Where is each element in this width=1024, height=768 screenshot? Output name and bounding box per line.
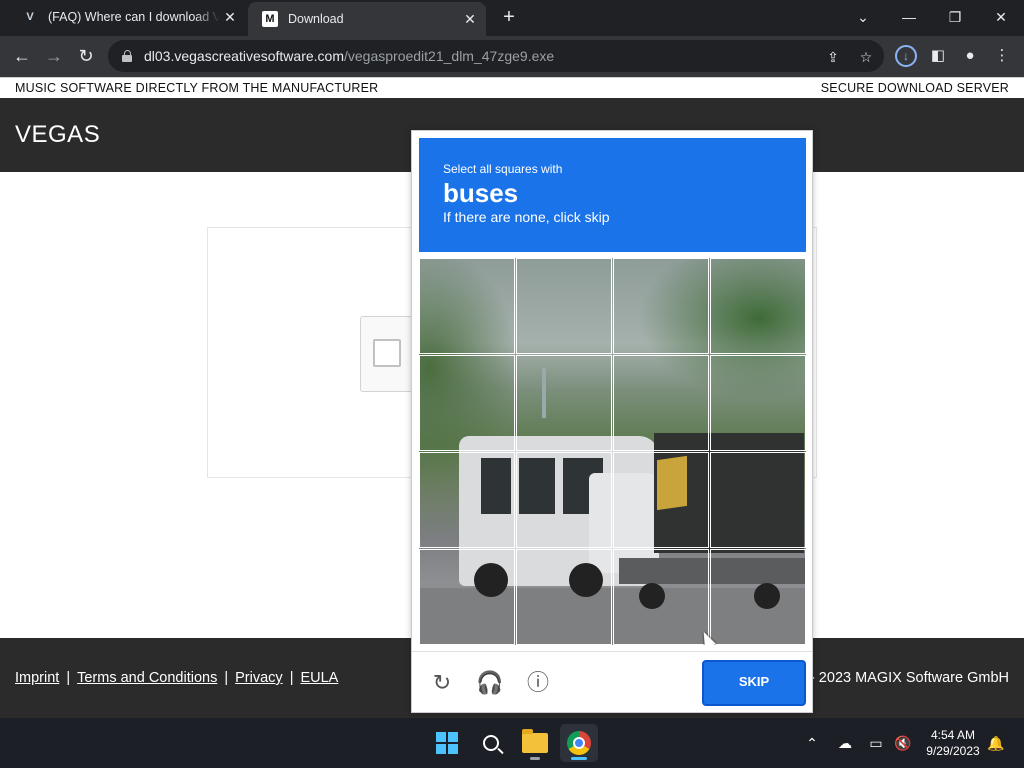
tab-faq[interactable]: V (FAQ) Where can I download VE ✕ <box>8 0 246 34</box>
search-button[interactable] <box>472 724 510 762</box>
imprint-link[interactable]: Imprint <box>15 670 59 686</box>
tab-title: Download <box>288 12 344 26</box>
reload-icon[interactable]: ↻ <box>73 43 99 69</box>
terms-link[interactable]: Terms and Conditions <box>77 670 217 686</box>
profile-icon[interactable]: ● <box>959 45 981 67</box>
vegas-favicon-icon: V <box>26 11 34 23</box>
grid-tile[interactable] <box>516 549 612 645</box>
start-button[interactable] <box>428 724 466 762</box>
file-explorer-button[interactable] <box>516 724 554 762</box>
system-clock[interactable]: 4:54 AM 9/29/2023 <box>918 727 988 759</box>
folder-icon <box>522 729 548 753</box>
volume-muted-icon[interactable]: 🔇 <box>893 733 913 753</box>
info-icon[interactable]: ⓘ <box>524 669 552 697</box>
windows-logo-icon <box>436 732 458 754</box>
windows-taskbar: ⌃ ☁ ▭ 🔇 4:54 AM 9/29/2023 🔔 <box>0 718 1024 768</box>
reload-challenge-icon[interactable]: ↻ <box>428 669 456 697</box>
browser-toolbar: ← → ↻ dl03.vegascreativesoftware.com/veg… <box>0 36 1024 77</box>
side-panel-icon[interactable]: ◧ <box>927 45 949 67</box>
back-arrow-icon[interactable]: ← <box>9 43 35 69</box>
url-text: dl03.vegascreativesoftware.com/vegasproe… <box>144 48 555 64</box>
magix-favicon-icon: M <box>262 11 278 27</box>
search-icon <box>483 735 499 751</box>
bookmark-star-icon[interactable]: ☆ <box>857 48 875 66</box>
grid-tile[interactable] <box>613 452 709 548</box>
restore-icon[interactable]: ❐ <box>941 4 969 30</box>
captcha-image-grid <box>419 258 806 645</box>
grid-tile[interactable] <box>419 258 515 354</box>
grid-tile[interactable] <box>419 452 515 548</box>
instruction-sub: If there are none, click skip <box>443 209 610 225</box>
onedrive-cloud-icon[interactable]: ☁ <box>835 733 855 753</box>
forward-arrow-icon[interactable]: → <box>41 43 67 69</box>
close-window-icon[interactable]: ✕ <box>987 4 1015 30</box>
copyright-text: 3 - 2023 MAGIX Software GmbH <box>797 670 1009 686</box>
instruction-target: buses <box>443 178 519 208</box>
notification-bell-icon[interactable]: 🔔 <box>986 733 1006 753</box>
close-tab-icon[interactable]: ✕ <box>460 11 480 28</box>
menu-dots-icon[interactable]: ⋮ <box>991 45 1013 67</box>
grid-tile[interactable] <box>516 355 612 451</box>
clock-date: 9/29/2023 <box>926 744 980 758</box>
recaptcha-checkbox[interactable] <box>373 339 401 367</box>
grid-tile[interactable] <box>613 258 709 354</box>
tab-strip: V (FAQ) Where can I download VE ✕ M Down… <box>0 0 1024 36</box>
captcha-footer: ↻ 🎧 ⓘ SKIP <box>412 651 812 713</box>
download-icon[interactable]: ↓ <box>895 45 917 67</box>
tray-chevron-up-icon[interactable]: ⌃ <box>802 733 822 753</box>
grid-tile[interactable] <box>613 549 709 645</box>
grid-tile[interactable] <box>710 355 806 451</box>
captcha-challenge: Select all squares with buses If there a… <box>411 130 813 713</box>
top-strip: MUSIC SOFTWARE DIRECTLY FROM THE MANUFAC… <box>0 77 1024 98</box>
grid-tile[interactable] <box>613 355 709 451</box>
grid-tile[interactable] <box>710 452 806 548</box>
secure-server-label: SECURE DOWNLOAD SERVER <box>820 81 1009 95</box>
captcha-instructions: Select all squares with buses If there a… <box>419 138 806 252</box>
skip-button[interactable]: SKIP <box>702 660 806 706</box>
privacy-link[interactable]: Privacy <box>235 670 283 686</box>
close-tab-icon[interactable]: ✕ <box>220 9 240 26</box>
address-bar[interactable]: dl03.vegascreativesoftware.com/vegasproe… <box>108 40 884 72</box>
lock-icon <box>120 49 134 63</box>
tab-title: (FAQ) Where can I download VE <box>48 10 220 24</box>
grid-tile[interactable] <box>710 258 806 354</box>
tagline: MUSIC SOFTWARE DIRECTLY FROM THE MANUFAC… <box>15 81 379 95</box>
grid-tile[interactable] <box>710 549 806 645</box>
vegas-logo[interactable]: VEGAS <box>15 121 100 149</box>
eula-link[interactable]: EULA <box>300 670 338 686</box>
chrome-taskbar-button[interactable] <box>560 724 598 762</box>
share-icon[interactable]: ⇪ <box>824 48 842 66</box>
grid-tile[interactable] <box>419 355 515 451</box>
minimize-icon[interactable]: — <box>895 4 923 30</box>
footer-links: Imprint | Terms and Conditions | Privacy | EUL… <box>15 670 339 686</box>
grid-tile[interactable] <box>419 549 515 645</box>
grid-tile[interactable] <box>516 258 612 354</box>
network-icon[interactable]: ▭ <box>866 733 886 753</box>
clock-time: 4:54 AM <box>930 728 976 742</box>
new-tab-plus-icon[interactable]: + <box>498 6 520 28</box>
grid-tile[interactable] <box>516 452 612 548</box>
tab-download[interactable]: M Download ✕ <box>248 2 486 36</box>
audio-headphones-icon[interactable]: 🎧 <box>476 669 504 697</box>
chrome-icon <box>567 731 591 755</box>
instruction-small: Select all squares with <box>443 162 563 176</box>
tab-search-chevron-icon[interactable]: ⌄ <box>849 4 877 30</box>
